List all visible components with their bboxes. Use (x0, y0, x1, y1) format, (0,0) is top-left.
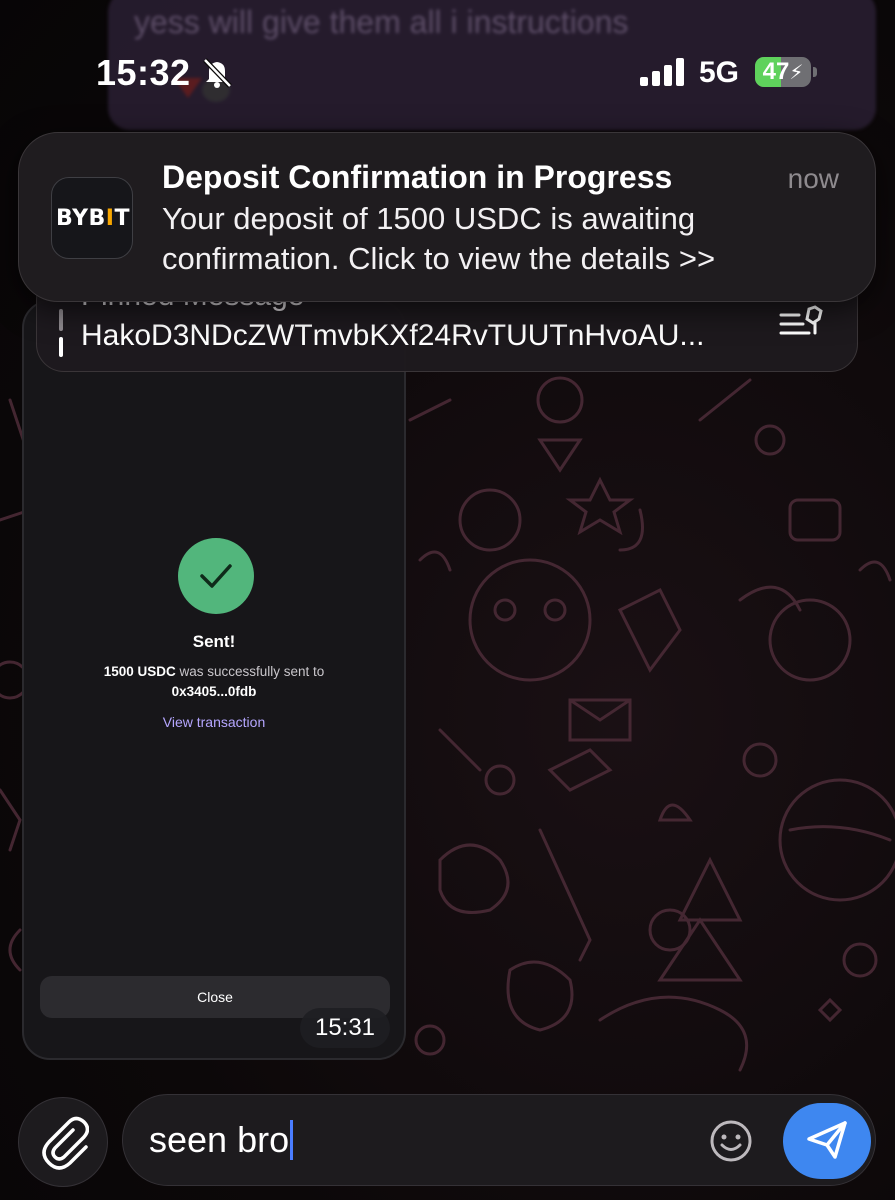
message-input[interactable]: seen bro (122, 1094, 876, 1186)
push-notification[interactable]: BYBIT Deposit Confirmation in Progress n… (18, 132, 876, 302)
cellular-signal-icon (640, 58, 684, 86)
sent-title: Sent! (192, 632, 236, 651)
success-check-badge (178, 538, 254, 614)
emoji-icon[interactable] (709, 1119, 753, 1163)
battery-body: 47⚡ (755, 57, 811, 87)
notification-title: Deposit Confirmation in Progress (162, 159, 673, 195)
message-timestamp: 15:31 (300, 1008, 390, 1048)
send-button[interactable] (783, 1103, 871, 1179)
bybit-app-icon: BYBIT (51, 177, 133, 259)
pinned-list-icon[interactable] (779, 305, 827, 339)
text-caret (290, 1120, 294, 1160)
message-input-value[interactable]: seen bro (149, 1119, 294, 1161)
battery-indicator: 47⚡ (755, 57, 817, 87)
send-icon (807, 1121, 847, 1159)
sent-text: was successfully sent to (175, 664, 325, 679)
recipient-address: 0x3405...0fdb (171, 684, 257, 699)
network-type: 5G (699, 56, 740, 89)
notification-time: now (787, 163, 839, 194)
status-bar: 15:32 5G 47⚡ (0, 0, 895, 130)
sent-description: 1500 USDC was successfully sent to (24, 664, 404, 679)
battery-percent: 47⚡ (762, 58, 804, 85)
sent-amount: 1500 USDC (103, 664, 176, 679)
chat-screen: yess will give them all i instructions 1… (0, 0, 895, 1200)
pinned-text: HakoD3NDcZWTmvbKXf24RvTUUTnHvoAU... (81, 319, 705, 352)
check-icon (200, 564, 232, 588)
battery-tip (813, 67, 817, 77)
pinned-indicator-inactive (59, 309, 63, 331)
attach-button[interactable] (18, 1097, 108, 1187)
photo-message-bubble[interactable]: Sent! 1500 USDC was successfully sent to… (22, 300, 406, 1060)
paperclip-icon (42, 1116, 89, 1170)
bell-slash-icon (203, 58, 232, 88)
status-time: 15:32 (96, 52, 191, 93)
bybit-logo: BYBIT (56, 206, 130, 231)
notification-body: Your deposit of 1500 USDC is awaiting co… (162, 201, 716, 276)
pinned-indicator-active (59, 337, 63, 357)
view-transaction-link[interactable]: View transaction (24, 714, 404, 730)
